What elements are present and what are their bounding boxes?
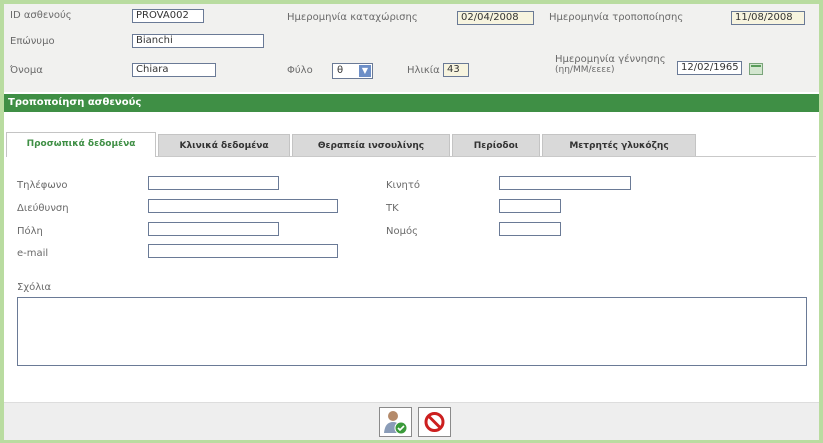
birthdate-label: Ημερομηνία γέννησης: [555, 54, 666, 65]
email-label: e-mail: [17, 248, 49, 259]
prefecture-label: Νομός: [386, 226, 418, 237]
phone-input[interactable]: [148, 176, 279, 190]
tab-clinical-data[interactable]: Κλινικά δεδομένα: [158, 134, 290, 156]
prefecture-input[interactable]: [499, 222, 561, 236]
tab-periods[interactable]: Περίοδοι: [452, 134, 540, 156]
calendar-icon[interactable]: [749, 63, 763, 75]
name-label: Όνομα: [10, 65, 43, 76]
modification-date-field[interactable]: 11/08/2008: [731, 11, 805, 25]
sex-label: Φύλο: [287, 65, 313, 76]
postal-code-label: ΤΚ: [386, 203, 399, 214]
name-field[interactable]: Chiara: [132, 63, 216, 77]
birthdate-format-hint: (ηη/ΜΜ/εεεε): [555, 65, 615, 75]
cancel-button[interactable]: [418, 407, 451, 437]
tab-bar: Προσωπικά δεδομένα Κλινικά δεδομένα Θερα…: [6, 132, 816, 157]
chevron-down-icon: ▼: [359, 65, 371, 77]
surname-field[interactable]: Bianchi: [132, 34, 264, 48]
comments-label: Σχόλια: [17, 282, 52, 293]
section-title: Τροποποίηση ασθενούς: [4, 94, 819, 112]
registration-date-label: Ημερομηνία καταχώρισης: [287, 12, 418, 23]
surname-label: Επώνυμο: [10, 36, 55, 47]
sex-select-value: θ: [337, 65, 344, 76]
address-input[interactable]: [148, 199, 338, 213]
modification-date-label: Ημερομηνία τροποποίησης: [549, 12, 684, 23]
user-check-icon: [384, 411, 408, 435]
address-label: Διεύθυνση: [17, 203, 69, 214]
tab-personal-data[interactable]: Προσωπικά δεδομένα: [6, 132, 156, 157]
mobile-input[interactable]: [499, 176, 631, 190]
city-label: Πόλη: [17, 226, 43, 237]
phone-label: Τηλέφωνο: [17, 180, 68, 191]
sex-select[interactable]: θ ▼: [332, 63, 373, 79]
tab-glucose-meters[interactable]: Μετρητές γλυκόζης: [542, 134, 696, 156]
email-input[interactable]: [148, 244, 338, 258]
registration-date-field[interactable]: 02/04/2008: [457, 11, 534, 25]
prohibited-icon: [424, 412, 445, 432]
postal-code-input[interactable]: [499, 199, 561, 213]
age-field[interactable]: 43: [443, 63, 469, 77]
birthdate-field[interactable]: 12/02/1965: [677, 61, 742, 75]
comments-textarea[interactable]: [17, 297, 807, 366]
age-label: Ηλικία: [407, 65, 440, 76]
action-bar: [4, 402, 819, 440]
mobile-label: Κινητό: [386, 180, 421, 191]
patient-id-field[interactable]: PROVA002: [132, 9, 204, 23]
save-button[interactable]: [379, 407, 412, 437]
city-input[interactable]: [148, 222, 279, 236]
patient-header: ID ασθενούς PROVA002 Ημερομηνία καταχώρι…: [4, 4, 819, 92]
patient-id-label: ID ασθενούς: [10, 10, 72, 21]
tab-insulin-therapy[interactable]: Θεραπεία ινσουλίνης: [292, 134, 450, 156]
